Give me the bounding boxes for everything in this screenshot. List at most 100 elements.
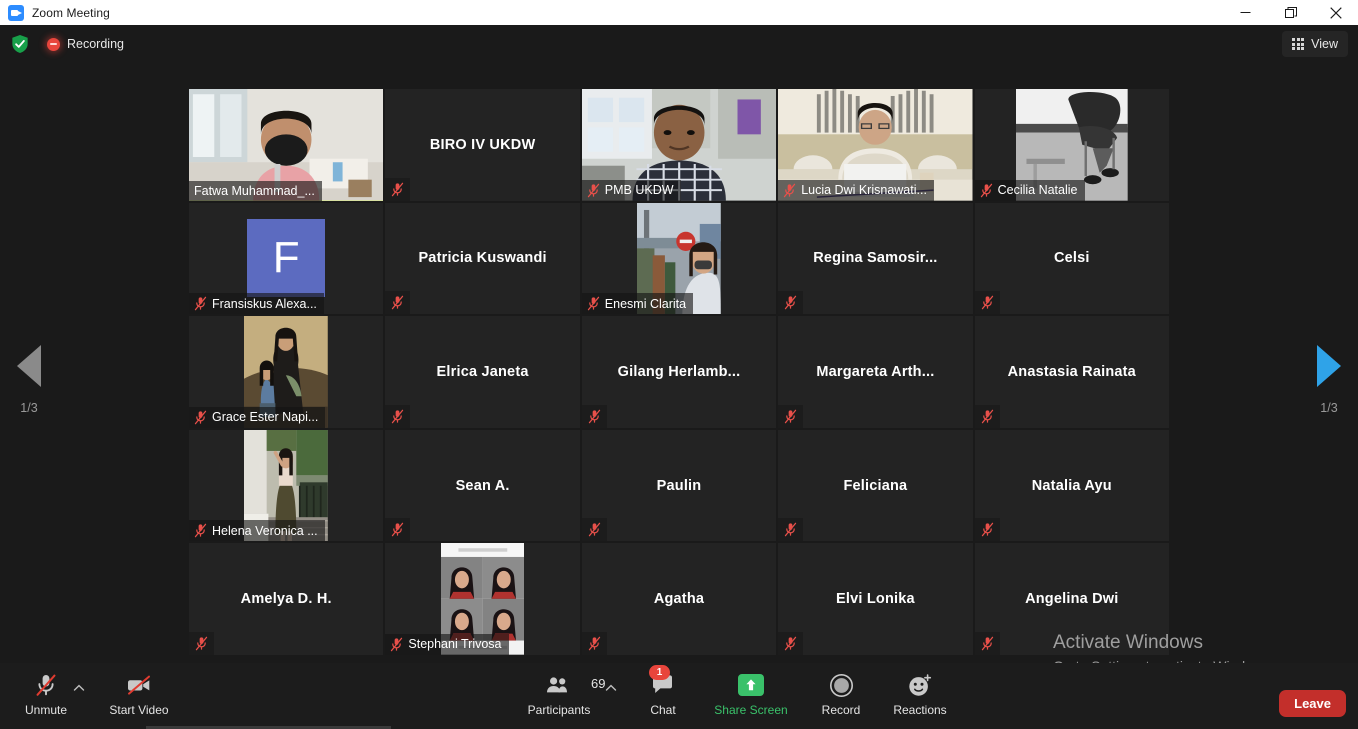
mute-indicator <box>385 291 410 314</box>
participant-tile[interactable]: Amelya D. H. <box>189 543 383 655</box>
participant-name: Agatha <box>648 591 710 607</box>
participant-tile[interactable]: Anastasia Rainata <box>975 316 1169 428</box>
participant-tile[interactable]: Enesmi Clarita <box>582 203 776 315</box>
participant-tile[interactable]: F Fransiskus Alexa... <box>189 203 383 315</box>
mic-off-icon <box>390 637 403 652</box>
participant-name: Anastasia Rainata <box>1002 364 1142 380</box>
participant-tile[interactable]: Fatwa Muhammad_... <box>189 89 383 201</box>
participant-name: Sean A. <box>450 478 516 494</box>
participant-name: Helena Veronica ... <box>212 524 318 538</box>
restore-icon[interactable] <box>1268 0 1313 25</box>
participant-name: Patricia Kuswandi <box>412 250 552 266</box>
participant-tile[interactable]: Paulin <box>582 430 776 542</box>
mute-indicator <box>778 291 803 314</box>
participant-name: PMB UKDW <box>605 183 674 197</box>
close-icon[interactable] <box>1313 0 1358 25</box>
share-arrow-up-icon <box>738 671 764 699</box>
chat-unread-badge: 1 <box>649 665 670 680</box>
participants-options-chevron-up-icon[interactable] <box>604 681 618 695</box>
participant-tile[interactable]: Helena Veronica ... <box>189 430 383 542</box>
mute-indicator <box>385 178 410 201</box>
mute-indicator <box>582 518 607 541</box>
minimize-icon[interactable] <box>1223 0 1268 25</box>
participant-tile[interactable]: PMB UKDW <box>582 89 776 201</box>
participant-tile[interactable]: BIRO IV UKDW <box>385 89 579 201</box>
participant-tile[interactable]: Regina Samosir... <box>778 203 972 315</box>
next-page-button[interactable]: 1/3 <box>1300 345 1358 415</box>
participant-tile[interactable]: Gilang Herlamb... <box>582 316 776 428</box>
mic-off-icon <box>391 295 404 310</box>
mic-off-icon <box>981 636 994 651</box>
mic-off-icon <box>981 409 994 424</box>
mute-indicator <box>385 405 410 428</box>
reactions-button[interactable]: Reactions <box>882 671 958 717</box>
chat-button[interactable]: 1 Chat <box>625 671 701 717</box>
page-indicator-left: 1/3 <box>20 401 37 415</box>
start-video-button[interactable]: Start Video <box>101 671 177 717</box>
participant-name: Feliciana <box>837 478 913 494</box>
participant-tile[interactable]: Grace Ester Napi... <box>189 316 383 428</box>
participant-tile[interactable]: Stephani Trivosa <box>385 543 579 655</box>
mic-off-icon <box>194 296 207 311</box>
zoom-meeting-window: Zoom Meeting Recording View 1 <box>0 0 1358 729</box>
participant-name-strip: Stephani Trivosa <box>385 634 508 655</box>
view-button[interactable]: View <box>1282 31 1348 57</box>
chat-label: Chat <box>650 703 675 717</box>
participant-name: Stephani Trivosa <box>408 637 501 651</box>
mic-off-icon <box>587 183 600 198</box>
mute-indicator <box>975 518 1000 541</box>
chevron-left-icon <box>17 345 41 387</box>
participant-name: Angelina Dwi <box>1019 591 1124 607</box>
share-screen-button[interactable]: Share Screen <box>713 671 789 717</box>
zoom-video-icon <box>8 5 24 21</box>
participants-label: Participants <box>528 703 591 717</box>
mute-indicator <box>975 405 1000 428</box>
participant-name: BIRO IV UKDW <box>424 137 542 153</box>
participant-tile[interactable]: Agatha <box>582 543 776 655</box>
participant-tile[interactable]: Celsi <box>975 203 1169 315</box>
participant-tile[interactable]: Natalia Ayu <box>975 430 1169 542</box>
participant-name-strip: Lucia Dwi Krisnawati... <box>778 180 934 201</box>
mic-off-icon <box>784 409 797 424</box>
avatar: F <box>247 219 325 297</box>
participant-name: Lucia Dwi Krisnawati... <box>801 183 927 197</box>
mute-indicator <box>975 291 1000 314</box>
recording-indicator[interactable]: Recording <box>47 37 124 51</box>
mute-indicator <box>582 405 607 428</box>
participant-tile[interactable]: Margareta Arth... <box>778 316 972 428</box>
mic-off-icon <box>980 183 993 198</box>
mic-off-icon <box>587 296 600 311</box>
chat-bubble-icon: 1 <box>650 671 676 699</box>
smiley-plus-icon <box>907 671 933 699</box>
encryption-shield-icon[interactable] <box>11 34 29 54</box>
record-label: Record <box>822 703 861 717</box>
participant-tile[interactable]: Lucia Dwi Krisnawati... <box>778 89 972 201</box>
record-button[interactable]: Record <box>803 671 879 717</box>
meeting-status-bar: Recording View <box>0 25 1358 63</box>
participant-tile[interactable]: Patricia Kuswandi <box>385 203 579 315</box>
mute-indicator <box>975 632 1000 655</box>
participant-name: Natalia Ayu <box>1026 478 1118 494</box>
leave-button[interactable]: Leave <box>1279 690 1346 717</box>
participant-tile[interactable]: Sean A. <box>385 430 579 542</box>
mute-indicator <box>778 632 803 655</box>
mic-off-icon <box>784 522 797 537</box>
share-screen-label: Share Screen <box>714 703 787 717</box>
video-off-icon <box>125 671 153 699</box>
mic-off-icon <box>784 295 797 310</box>
mute-indicator <box>582 632 607 655</box>
audio-options-chevron-up-icon[interactable] <box>72 681 86 695</box>
participant-name: Fransiskus Alexa... <box>212 297 317 311</box>
start-video-label: Start Video <box>109 703 168 717</box>
mic-off-icon <box>194 523 207 538</box>
previous-page-button[interactable]: 1/3 <box>0 345 58 415</box>
participant-tile[interactable]: Angelina Dwi <box>975 543 1169 655</box>
mic-off-icon <box>588 522 601 537</box>
participant-tile[interactable]: Cecilia Natalie <box>975 89 1169 201</box>
participant-name: Elrica Janeta <box>431 364 535 380</box>
participant-tile[interactable]: Elvi Lonika <box>778 543 972 655</box>
participant-tile[interactable]: Feliciana <box>778 430 972 542</box>
participant-tile[interactable]: Elrica Janeta <box>385 316 579 428</box>
participants-button[interactable]: 69 Participants <box>521 671 597 717</box>
mute-indicator <box>385 518 410 541</box>
